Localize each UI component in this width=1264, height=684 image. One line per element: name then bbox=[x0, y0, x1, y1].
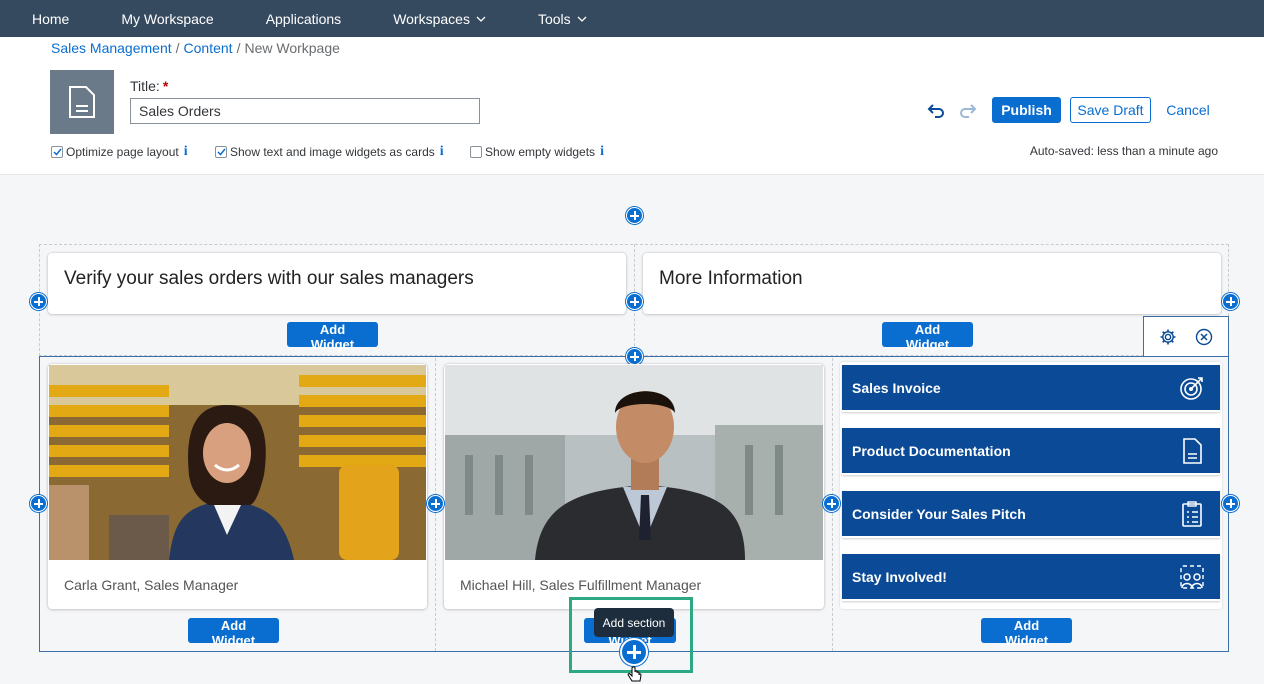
option-cards: Show text and image widgets as cards i bbox=[215, 144, 444, 160]
image-widget-carla[interactable]: Carla Grant, Sales Manager bbox=[48, 364, 427, 609]
publish-button[interactable]: Publish bbox=[992, 97, 1061, 123]
person-photo-image bbox=[445, 365, 823, 560]
link-tile-label: Sales Invoice bbox=[852, 379, 941, 396]
add-widget-button[interactable]: Add Widget bbox=[882, 322, 973, 352]
add-column-button[interactable] bbox=[626, 293, 643, 310]
link-tile-sales-pitch[interactable]: Consider Your Sales Pitch bbox=[842, 491, 1220, 538]
title-label: Title: * bbox=[130, 78, 168, 94]
cards-label: Show text and image widgets as cards bbox=[230, 145, 435, 159]
gear-icon bbox=[1160, 329, 1176, 344]
clipboard-icon bbox=[1182, 501, 1202, 527]
breadcrumb: Sales Management / Content / New Workpage bbox=[51, 40, 340, 56]
delete-section-button[interactable] bbox=[1193, 326, 1215, 348]
section-toolbar bbox=[1143, 316, 1229, 356]
option-empty-widgets: Show empty widgets i bbox=[470, 144, 604, 160]
nav-my-workspace-label: My Workspace bbox=[121, 10, 214, 27]
title-label-text: Title: bbox=[130, 78, 160, 94]
optimize-layout-label: Optimize page layout bbox=[66, 145, 179, 159]
add-column-button[interactable] bbox=[1222, 495, 1239, 512]
cancel-button[interactable]: Cancel bbox=[1160, 97, 1216, 123]
add-column-button[interactable] bbox=[427, 495, 444, 512]
save-draft-button[interactable]: Save Draft bbox=[1070, 97, 1151, 123]
link-tile-label: Product Documentation bbox=[852, 442, 1011, 459]
undo-button[interactable] bbox=[925, 100, 947, 122]
link-tile-label: Stay Involved! bbox=[852, 568, 947, 585]
title-input[interactable] bbox=[130, 98, 480, 124]
chevron-down-icon bbox=[476, 16, 486, 22]
target-icon bbox=[1180, 377, 1203, 400]
add-widget-button[interactable]: Add Widget bbox=[287, 322, 378, 352]
photo-michael-hill bbox=[445, 365, 823, 560]
empty-widgets-checkbox[interactable] bbox=[470, 146, 482, 158]
breadcrumb-current: New Workpage bbox=[244, 40, 340, 56]
empty-widgets-label: Show empty widgets bbox=[485, 145, 596, 159]
nav-workspaces[interactable]: Workspaces bbox=[393, 11, 486, 27]
nav-tools-label: Tools bbox=[537, 10, 571, 27]
chevron-down-icon bbox=[577, 16, 587, 22]
text-widget-more-info-text: More Information bbox=[659, 268, 803, 289]
page-icon bbox=[50, 70, 114, 134]
add-column-button[interactable] bbox=[30, 293, 47, 310]
add-column-button[interactable] bbox=[30, 495, 47, 512]
image-widget-michael[interactable]: Michael Hill, Sales Fulfillment Manager bbox=[444, 364, 824, 609]
info-icon[interactable]: i bbox=[440, 144, 444, 160]
link-tile-label: Consider Your Sales Pitch bbox=[852, 505, 1026, 522]
add-section-button[interactable] bbox=[626, 348, 643, 365]
text-widget-verify[interactable]: Verify your sales orders with our sales … bbox=[48, 253, 626, 314]
redo-button[interactable] bbox=[957, 100, 979, 122]
cards-checkbox[interactable] bbox=[215, 146, 227, 158]
autosave-status: Auto-saved: less than a minute ago bbox=[1029, 144, 1218, 158]
link-tile-product-documentation[interactable]: Product Documentation bbox=[842, 428, 1220, 475]
hand-cursor-icon bbox=[627, 666, 642, 682]
page-header: Sales Management / Content / New Workpage Ti… bbox=[0, 37, 1264, 175]
document-icon bbox=[1183, 438, 1202, 464]
info-icon[interactable]: i bbox=[184, 144, 188, 160]
photo-carla-grant bbox=[49, 365, 426, 560]
add-column-button[interactable] bbox=[823, 495, 840, 512]
required-marker: * bbox=[162, 78, 169, 94]
person-caption: Carla Grant, Sales Manager bbox=[64, 577, 239, 593]
text-widget-verify-text: Verify your sales orders with our sales … bbox=[64, 268, 474, 289]
close-circle-icon bbox=[1195, 328, 1213, 345]
link-tile-sales-invoice[interactable]: Sales Invoice bbox=[842, 365, 1220, 412]
nav-tools[interactable]: Tools bbox=[538, 11, 587, 27]
breadcrumb-separator: / bbox=[175, 40, 180, 56]
text-widget-more-info[interactable]: More Information bbox=[643, 253, 1221, 314]
optimize-layout-checkbox[interactable] bbox=[51, 146, 63, 158]
checkmark-icon bbox=[52, 148, 62, 156]
add-section-tooltip: Add section bbox=[594, 608, 674, 637]
add-widget-button[interactable]: Add Widget bbox=[981, 618, 1072, 648]
redo-icon bbox=[960, 104, 977, 118]
nav-home-label: Home bbox=[32, 10, 70, 27]
nav-applications[interactable]: Applications bbox=[266, 11, 342, 27]
breadcrumb-link-content[interactable]: Content bbox=[184, 40, 233, 56]
checkmark-icon bbox=[216, 148, 226, 156]
option-optimize-layout: Optimize page layout i bbox=[51, 144, 188, 160]
breadcrumb-link-sales-management[interactable]: Sales Management bbox=[51, 40, 172, 56]
nav-my-workspace[interactable]: My Workspace bbox=[121, 11, 213, 27]
people-icon bbox=[1180, 565, 1204, 589]
add-section-top-button[interactable] bbox=[626, 207, 643, 224]
document-icon bbox=[69, 86, 95, 118]
person-caption: Michael Hill, Sales Fulfillment Manager bbox=[460, 577, 702, 593]
add-column-button[interactable] bbox=[1222, 293, 1239, 310]
person-photo-image bbox=[49, 365, 426, 560]
nav-workspaces-label: Workspaces bbox=[393, 10, 470, 27]
nav-applications-label: Applications bbox=[265, 10, 342, 27]
nav-home[interactable]: Home bbox=[32, 11, 69, 27]
add-section-bottom-button[interactable] bbox=[620, 638, 648, 666]
link-tile-stay-involved[interactable]: Stay Involved! bbox=[842, 554, 1220, 601]
undo-icon bbox=[927, 104, 944, 118]
breadcrumb-separator: / bbox=[236, 40, 241, 56]
info-icon[interactable]: i bbox=[600, 144, 604, 160]
add-widget-button[interactable]: Add Widget bbox=[188, 618, 279, 648]
section-settings-button[interactable] bbox=[1157, 326, 1179, 348]
top-navigation: Home My Workspace Applications Workspace… bbox=[0, 0, 1264, 37]
